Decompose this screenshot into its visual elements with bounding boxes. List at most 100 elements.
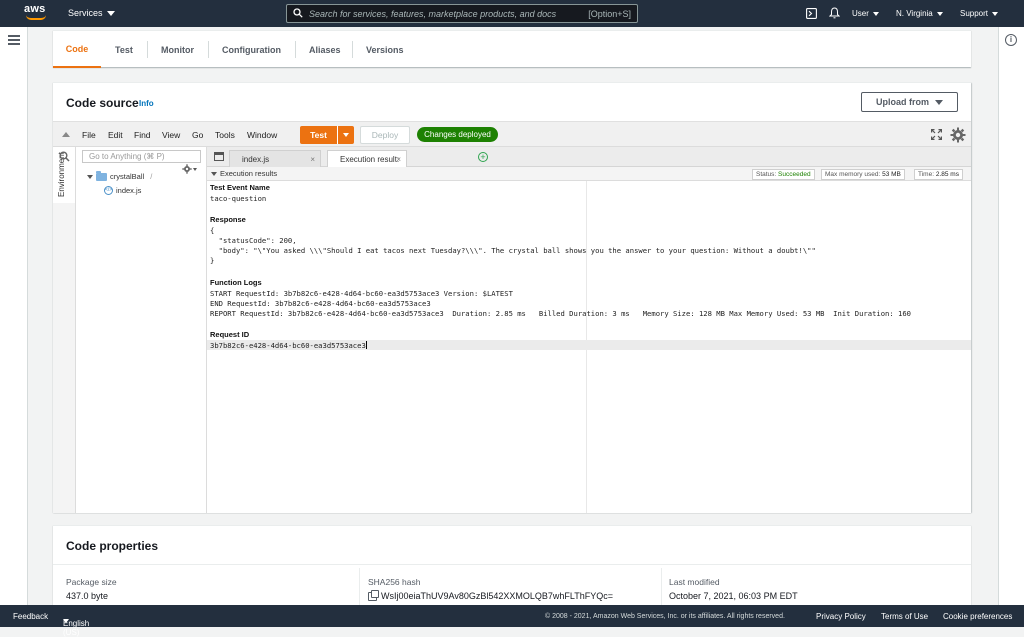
support-label: Support [960, 9, 989, 18]
sha-label: SHA256 hash [368, 577, 421, 587]
memory-badge: Max memory used: 53 MB [821, 169, 905, 180]
collapse-icon [211, 171, 217, 176]
services-label: Services [68, 8, 103, 18]
bell-icon[interactable] [829, 7, 840, 19]
tab-divider [208, 41, 209, 58]
support-menu[interactable]: Support [960, 9, 999, 18]
tab-code[interactable]: Code [53, 31, 101, 68]
fullscreen-icon[interactable] [931, 129, 942, 140]
caret-down-icon [193, 167, 197, 171]
deploy-button[interactable]: Deploy [360, 126, 410, 144]
folder-name: crystalBall [110, 172, 145, 181]
test-label: Test [300, 126, 338, 144]
package-size: Package size 437.0 byte [66, 577, 117, 601]
tab-configuration[interactable]: Configuration [222, 31, 281, 68]
execution-results-toggle[interactable]: Execution results [211, 169, 277, 178]
upload-from-button[interactable]: Upload from [861, 92, 958, 112]
menu-tools[interactable]: Tools [215, 130, 235, 140]
info-icon[interactable]: i [1005, 34, 1017, 46]
region-label: N. Virginia [896, 9, 933, 18]
menu-file[interactable]: File [82, 130, 96, 140]
user-menu[interactable]: User [852, 9, 879, 18]
tree-folder[interactable]: crystalBall / [87, 170, 153, 181]
copy-icon[interactable] [368, 589, 379, 601]
global-search[interactable]: Search for services, features, marketpla… [286, 4, 638, 23]
services-menu[interactable]: Services [68, 8, 115, 18]
editor-tabs: index.js × Execution result: × + [207, 147, 971, 167]
goto-anything-input[interactable]: Go to Anything (⌘ P) [82, 150, 201, 163]
test-dropdown[interactable] [338, 126, 354, 144]
tree-settings[interactable] [182, 164, 197, 174]
tree-file[interactable]: </> index.js [104, 186, 141, 195]
tab-list-icon[interactable] [214, 152, 224, 161]
log-line: START RequestId: 3b7b82c6-e428-4d64-bc60… [210, 289, 513, 298]
response-line: { [210, 226, 215, 235]
tab-divider [295, 41, 296, 58]
test-button[interactable]: Test [300, 126, 354, 144]
sha-row: WsIj00eiaThUV9Av80GzBl542XXMOLQB7whFLThF… [368, 589, 614, 601]
search-placeholder: Search for services, features, marketpla… [309, 9, 557, 19]
file-name: index.js [116, 186, 142, 195]
code-properties-title: Code properties [66, 539, 159, 553]
code-source-panel: Code source Info Upload from File Edit F… [53, 82, 971, 513]
terms-link[interactable]: Terms of Use [881, 612, 928, 621]
close-icon[interactable]: × [310, 151, 315, 168]
privacy-link[interactable]: Privacy Policy [816, 612, 866, 621]
caret-down-icon [343, 133, 349, 137]
column-divider [359, 568, 360, 606]
gear-icon[interactable] [950, 127, 966, 143]
ide: File Edit Find View Go Tools Window Test… [53, 121, 971, 513]
search-shortcut: [Option+S] [588, 9, 631, 19]
cookie-link[interactable]: Cookie preferences [943, 612, 1012, 621]
tab-test[interactable]: Test [115, 31, 133, 68]
execution-results-bar: Execution results Status: Succeeded Max … [207, 167, 971, 181]
folder-icon [96, 170, 107, 181]
menu-find[interactable]: Find [134, 130, 151, 140]
terminal-icon[interactable] [806, 8, 817, 19]
tab-aliases[interactable]: Aliases [309, 31, 341, 68]
tab-monitor[interactable]: Monitor [161, 31, 194, 68]
right-rail: i [998, 27, 1024, 605]
aws-smile-icon [26, 15, 46, 20]
ide-menubar: File Edit Find View Go Tools Window Test… [53, 121, 971, 147]
response-label: Response [210, 215, 246, 224]
info-link[interactable]: Info [139, 99, 154, 108]
caret-down-icon [935, 99, 943, 105]
feedback-link[interactable]: Feedback [13, 612, 48, 621]
request-id-value: 3b7b82c6-e428-4d64-bc60-ea3d5753ace3 [210, 341, 366, 350]
menu-window[interactable]: Window [247, 130, 277, 140]
tab-execution-results[interactable]: Execution result: × [327, 150, 407, 167]
menu-edit[interactable]: Edit [108, 130, 123, 140]
text-cursor [365, 341, 367, 349]
close-icon[interactable]: × [396, 151, 401, 168]
menu-icon[interactable] [8, 35, 20, 45]
caret-down-icon [63, 619, 69, 623]
execution-results-content: Test Event Name taco-question Response {… [207, 181, 971, 513]
environment-sidebar: Environment [53, 147, 76, 513]
sha-value: WsIj00eiaThUV9Av80GzBl542XXMOLQB7whFLThF… [381, 591, 614, 601]
time-badge: Time: 2.85 ms [914, 169, 963, 180]
region-menu[interactable]: N. Virginia [896, 9, 943, 18]
caret-down-icon [992, 11, 999, 16]
package-size-value: 437.0 byte [66, 591, 109, 601]
caret-down-icon [106, 10, 115, 16]
user-label: User [852, 9, 869, 18]
log-line: REPORT RequestId: 3b7b82c6-e428-4d64-bc6… [210, 309, 912, 318]
menu-view[interactable]: View [162, 130, 180, 140]
top-navigation: aws Services Search for services, featur… [0, 0, 1024, 27]
search-icon[interactable] [59, 151, 70, 162]
collapse-icon[interactable] [62, 132, 70, 137]
menu-go[interactable]: Go [192, 130, 203, 140]
caret-down-icon [936, 11, 943, 16]
file-tree: Go to Anything (⌘ P) crystalBall / </> i… [59, 147, 207, 513]
add-tab-icon[interactable]: + [478, 152, 488, 162]
modified-label: Last modified [669, 577, 720, 587]
aws-logo[interactable]: aws [24, 4, 48, 24]
footer: Feedback English (US) © 2008 - 2021, Ama… [0, 605, 1024, 637]
tab-index-js[interactable]: index.js × [229, 150, 321, 167]
folder-suffix: / [150, 172, 153, 181]
test-event-label: Test Event Name [210, 183, 270, 192]
tab-label: index.js [242, 155, 270, 164]
modified-value: October 7, 2021, 06:03 PM EDT [669, 591, 798, 601]
tab-versions[interactable]: Versions [366, 31, 404, 68]
